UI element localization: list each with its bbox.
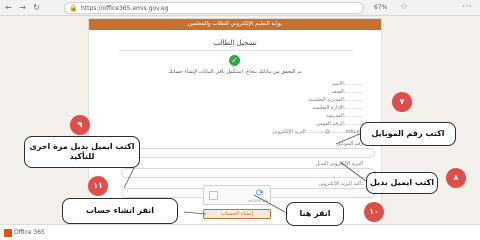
info-email: البريد الإلكتروني: ..........@..........…	[272, 129, 363, 135]
info-directorate: المديرية التعليمية: ..........	[308, 97, 364, 103]
menu-dots-icon[interactable]: ⋯	[462, 1, 472, 12]
check-icon: ✓	[229, 55, 240, 66]
title-divider	[119, 50, 353, 51]
info-grade: الصف: ..........	[331, 89, 363, 95]
callout-confirm-email: اكتب ايميل بديل مرة اخرى للتأكيد	[24, 136, 140, 168]
success-message: تم التحقق من بياناتك بنجاح. استكمل باقي …	[168, 69, 302, 75]
reload-icon[interactable]: ↻	[32, 3, 41, 12]
browser-toolbar: ← → ↻ 🔒 https://office365.emis.gov.eg 67…	[0, 0, 480, 16]
alt-email-input[interactable]	[121, 168, 375, 178]
callout-alt-email: اكتب ايميل بديل	[366, 172, 438, 194]
recaptcha-label: reCAPTCHA	[248, 199, 268, 203]
back-arrow-icon[interactable]: ←	[4, 3, 13, 12]
info-administration: الإدارة التعليمية: ..........	[312, 105, 363, 111]
address-bar[interactable]: 🔒 https://office365.emis.gov.eg	[64, 2, 364, 14]
alt-email-label: البريد الإلكتروني البديل	[315, 161, 363, 167]
card-header-title: بوابة التعليم الإلكتروني للطلاب والمعلمي…	[188, 21, 282, 27]
recaptcha-checkbox[interactable]	[209, 191, 218, 200]
recaptcha-widget: ⟳ reCAPTCHA	[203, 185, 271, 205]
badge-10: ١٠	[364, 202, 384, 222]
lock-icon: 🔒	[69, 4, 78, 12]
info-school: المدرسة: ..........	[326, 113, 363, 119]
card-header: بوابة التعليم الإلكتروني للطلاب والمعلمي…	[89, 19, 381, 30]
badge-11: ١١	[88, 176, 108, 196]
page-title: تسجيل الطالب	[213, 39, 257, 47]
zoom-level[interactable]: 67%	[374, 3, 387, 13]
info-national-id: الرقم القومي: ..........	[315, 121, 363, 127]
forward-arrow-icon[interactable]: →	[18, 3, 27, 12]
info-name: الاسم: ..........	[332, 81, 363, 87]
office-label: Office 365	[14, 229, 45, 236]
mobile-label: رقم الموبايل	[336, 141, 363, 147]
badge-8: ٨	[446, 168, 466, 188]
create-account-button[interactable]: إنشاء الحساب	[203, 209, 271, 219]
callout-create-account: انقر انشاء حساب	[62, 198, 178, 224]
taskbar: Office 365	[0, 224, 480, 240]
badge-7: ٧	[392, 92, 412, 112]
star-icon[interactable]: ☆	[400, 2, 408, 12]
badge-9: ٩	[70, 115, 90, 135]
callout-click-here: انقر هنا	[286, 202, 344, 226]
callout-mobile: اكتب رقم الموبايل	[360, 122, 456, 146]
mobile-input[interactable]	[121, 148, 375, 158]
office-logo-icon	[4, 229, 12, 237]
url-text: https://office365.emis.gov.eg	[81, 5, 169, 12]
